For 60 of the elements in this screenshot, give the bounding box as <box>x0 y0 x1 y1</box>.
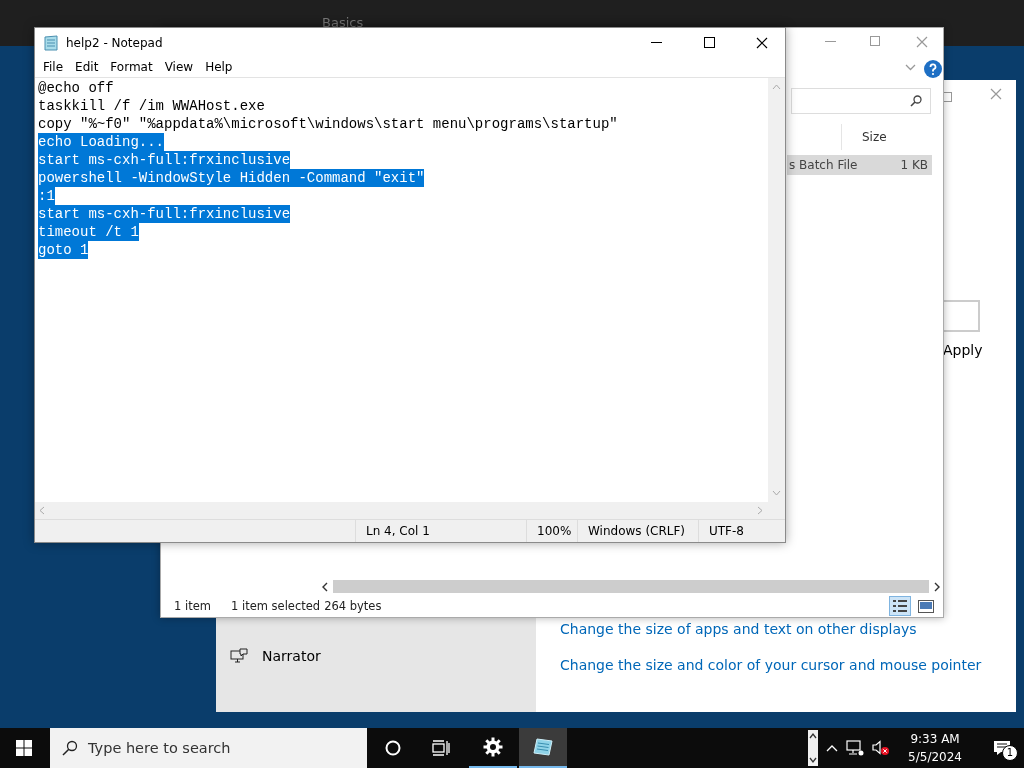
settings-icon <box>483 737 503 757</box>
scroll-right-icon[interactable] <box>933 581 941 592</box>
volume-muted-icon[interactable] <box>872 740 891 756</box>
menu-item[interactable]: Help <box>199 57 239 77</box>
apply-button[interactable]: Apply <box>943 342 983 358</box>
notepad-icon <box>532 737 554 757</box>
clock-date: 5/5/2024 <box>908 749 962 766</box>
task-view-icon <box>432 740 450 756</box>
zoom-level: 100% <box>526 520 577 542</box>
sidebar-item[interactable]: Narrator <box>230 648 321 664</box>
maximize-icon[interactable] <box>870 36 880 46</box>
notification-count: 1 <box>1002 745 1018 761</box>
clock[interactable]: 9:33 AM 5/5/2024 <box>908 730 962 766</box>
line-ending: Windows (CRLF) <box>577 520 698 542</box>
window-title: help2 - Notepad <box>66 35 164 50</box>
menu-item[interactable]: Format <box>104 57 159 77</box>
column-header[interactable]: Size <box>841 124 937 150</box>
item-count: 1 item <box>174 599 211 613</box>
chevron-up-icon[interactable] <box>826 744 839 752</box>
chevron-down-icon[interactable] <box>905 64 916 71</box>
search-placeholder: Type here to search <box>88 740 231 756</box>
code-line: copy "%~f0" "%appdata%\microsoft\windows\start menu\programs\startup" <box>38 115 618 133</box>
network-icon[interactable] <box>846 740 865 756</box>
window-title: Basics <box>322 15 364 30</box>
taskbar-app[interactable] <box>519 728 567 768</box>
settings-link[interactable]: Change the size of apps and text on other displays <box>560 621 917 637</box>
menu-item[interactable]: File <box>37 57 70 77</box>
help-icon[interactable] <box>924 60 942 78</box>
encoding: UTF-8 <box>698 520 754 542</box>
search-field[interactable] <box>791 88 931 114</box>
minimize-icon <box>650 42 662 43</box>
menu-item[interactable]: View <box>158 57 200 77</box>
cursor-position: Ln 4, Col 1 <box>355 520 526 542</box>
clock-time: 9:33 AM <box>910 731 960 748</box>
scroll-arrows-icon[interactable] <box>808 730 819 766</box>
selection-size: 264 bytes <box>324 599 382 613</box>
search-icon <box>910 95 922 107</box>
settings-link[interactable]: Change the size and color of your cursor and mouse pointer <box>560 657 982 673</box>
close-icon[interactable] <box>916 36 928 48</box>
scrollbar-thumb[interactable] <box>333 580 929 593</box>
close-icon <box>756 36 768 49</box>
notification-button[interactable]: 1 <box>980 733 1024 763</box>
search-icon <box>62 740 78 756</box>
thumbnails-view-icon <box>918 599 934 613</box>
minimize-icon[interactable] <box>825 41 836 43</box>
search-field[interactable]: Type here to search <box>50 728 367 768</box>
windows-icon <box>16 740 32 756</box>
details-view-icon <box>892 599 908 613</box>
view-button[interactable] <box>889 596 911 616</box>
notepad-icon <box>43 34 59 51</box>
monitor-speech-icon <box>230 648 248 664</box>
close-icon[interactable] <box>990 88 1002 100</box>
selection-count: 1 item selected <box>230 599 321 613</box>
code-line: taskkill /f /im WWAHost.exe <box>38 97 265 115</box>
scroll-left-icon[interactable] <box>321 581 329 592</box>
code-line: @echo off <box>38 79 114 97</box>
menu-item[interactable]: Edit <box>69 57 105 77</box>
file-row[interactable]: s Batch File 1 KB <box>787 155 932 175</box>
maximize-icon <box>703 37 715 48</box>
circle-icon <box>385 740 401 756</box>
